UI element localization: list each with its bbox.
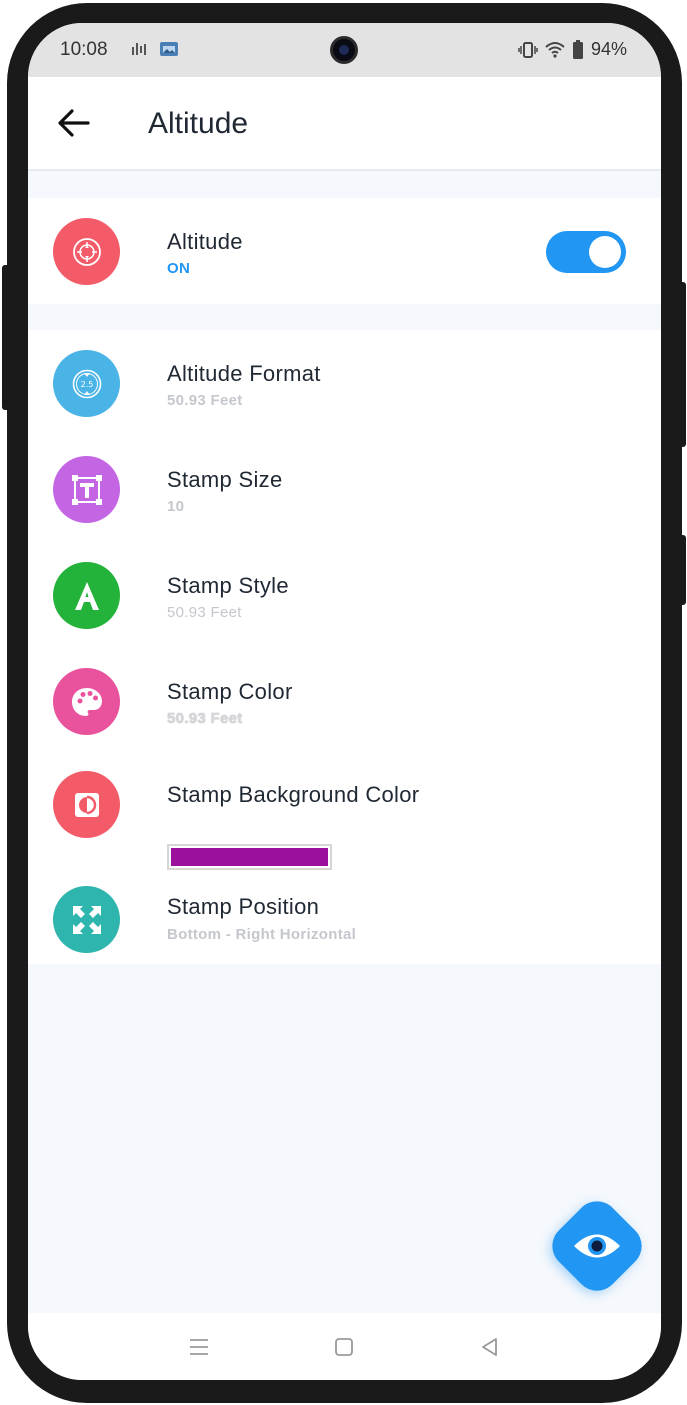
swatch-fill xyxy=(171,848,328,866)
setting-title: Altitude Format xyxy=(167,361,321,386)
contrast-icon xyxy=(53,771,120,838)
front-camera xyxy=(330,36,358,64)
setting-subtitle: Bottom - Right Horizontal xyxy=(167,926,357,943)
expand-arrows-icon xyxy=(53,886,120,953)
font-style-icon xyxy=(53,562,120,629)
battery-percent: 94% xyxy=(590,39,627,59)
altitude-toggle-state: ON xyxy=(167,260,191,277)
system-nav-bar xyxy=(28,1313,661,1380)
altitude-toggle-title: Altitude xyxy=(167,229,243,254)
toggle-knob xyxy=(589,236,621,268)
settings-list: 2.5 Altitude Format 50.93 Feet Stamp Siz… xyxy=(28,330,661,964)
altitude-icon xyxy=(53,218,120,285)
altitude-toggle-row[interactable]: Altitude ON xyxy=(28,198,661,304)
back-triangle-icon xyxy=(482,1338,497,1356)
menu-button[interactable] xyxy=(187,1335,211,1359)
altitude-format-icon: 2.5 xyxy=(53,350,120,417)
setting-altitude-format[interactable]: 2.5 Altitude Format 50.93 Feet xyxy=(28,330,661,436)
setting-stamp-size[interactable]: Stamp Size 10 xyxy=(28,436,661,542)
setting-subtitle: 10 xyxy=(167,498,185,515)
preview-fab-button[interactable] xyxy=(543,1192,651,1300)
menu-icon xyxy=(190,1339,208,1355)
setting-title: Stamp Position xyxy=(167,894,320,919)
arrow-left-icon xyxy=(58,109,90,137)
text-size-icon xyxy=(53,456,120,523)
eye-icon xyxy=(559,1208,635,1284)
signal-bars-icon xyxy=(132,43,146,55)
page-title: Altitude xyxy=(148,107,249,140)
volume-button xyxy=(2,265,10,410)
setting-title: Stamp Style xyxy=(167,573,289,598)
status-time: 10:08 xyxy=(60,39,108,60)
setting-stamp-style[interactable]: Stamp Style 50.93 Feet xyxy=(28,542,661,648)
setting-stamp-position[interactable]: Stamp Position Bottom - Right Horizontal xyxy=(28,866,661,972)
status-bar: 10:08 94% xyxy=(28,23,661,77)
setting-subtitle: 50.93 Feet xyxy=(167,392,243,409)
altitude-toggle-switch[interactable] xyxy=(546,231,626,273)
wifi-icon xyxy=(545,41,565,58)
svg-text:2.5: 2.5 xyxy=(80,380,93,389)
vibrate-icon xyxy=(518,41,538,58)
setting-title: Stamp Color xyxy=(167,679,293,704)
battery-icon xyxy=(572,39,583,59)
nav-back-button[interactable] xyxy=(478,1335,502,1359)
setting-subtitle: 50.93 Feet xyxy=(167,710,243,727)
setting-stamp-color[interactable]: Stamp Color 50.93 Feet xyxy=(28,648,661,754)
setting-title: Stamp Size xyxy=(167,467,283,492)
palette-icon xyxy=(53,668,120,735)
side-button xyxy=(678,535,686,605)
screen: 10:08 94% Altitude Altitude ON 2.5 Altit… xyxy=(28,23,661,1380)
gallery-icon xyxy=(160,42,178,56)
setting-title: Stamp Background Color xyxy=(167,782,420,807)
home-icon xyxy=(335,1338,353,1356)
setting-subtitle: 50.93 Feet xyxy=(167,604,242,621)
back-button[interactable] xyxy=(54,105,94,141)
power-button xyxy=(678,282,686,447)
setting-stamp-background-color[interactable]: Stamp Background Color xyxy=(28,754,661,870)
home-button[interactable] xyxy=(332,1335,356,1359)
app-bar: Altitude xyxy=(28,77,661,171)
altitude-toggle-card: Altitude ON xyxy=(28,198,661,304)
